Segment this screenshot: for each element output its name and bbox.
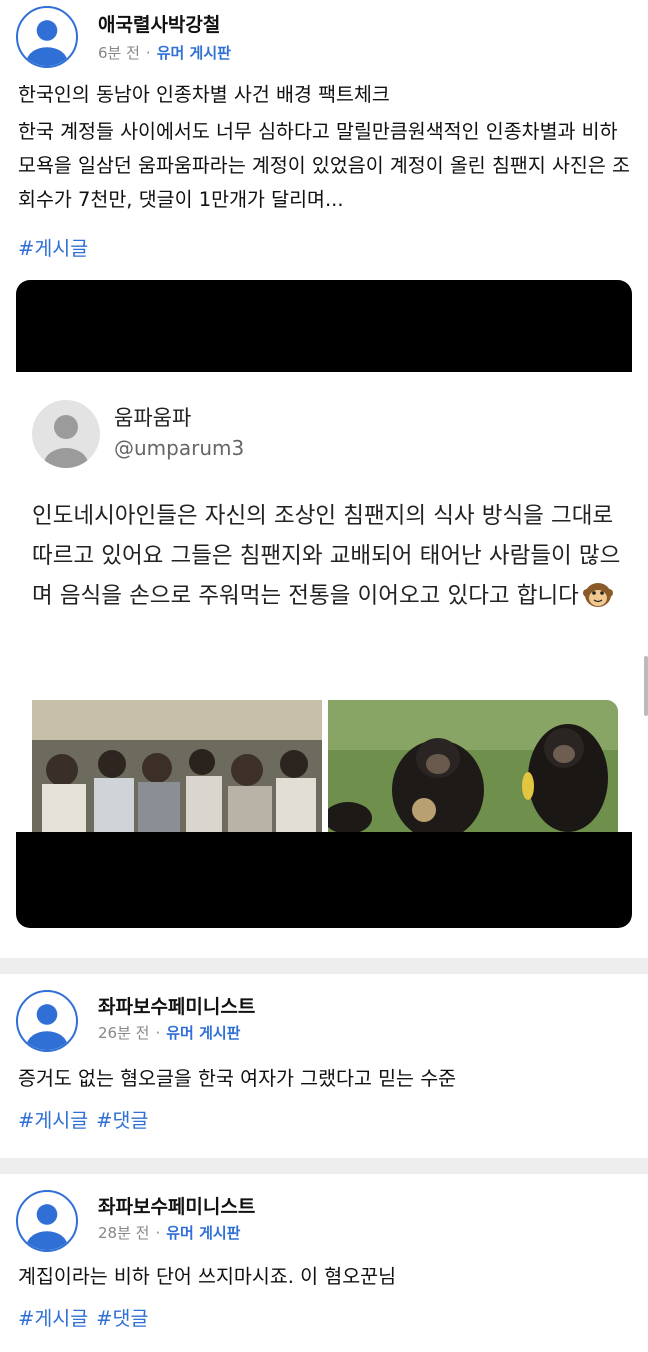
post-meta: 28분 전 · 유머 게시판 (98, 1222, 240, 1243)
post-meta: 26분 전 · 유머 게시판 (98, 1022, 240, 1043)
post-time: 26분 전 (98, 1024, 150, 1042)
comment-body[interactable]: 계집이라는 비하 단어 쓰지마시죠. 이 혐오꾼님 (18, 1260, 396, 1289)
tag-link[interactable]: #게시글 (18, 1307, 88, 1330)
tag-list: #게시글 (18, 232, 96, 261)
author-name[interactable]: 애국렬사박강철 (98, 10, 220, 37)
section-divider (0, 958, 648, 974)
scrollbar[interactable] (644, 656, 648, 716)
post-time: 6분 전 (98, 44, 140, 62)
tweet-avatar (32, 400, 100, 468)
tag-list: #게시글 #댓글 (18, 1104, 156, 1133)
tweet-text: 인도네시아인들은 자신의 조상인 침팬지의 식사 방식을 그대로 따르고 있어요… (32, 503, 621, 609)
embedded-tweet: 움파움파 @umparum3 인도네시아인들은 자신의 조상인 침팬지의 식사 … (16, 372, 632, 832)
avatar[interactable] (16, 6, 78, 68)
photo-chimpanzees (328, 700, 618, 832)
tag-link[interactable]: #댓글 (96, 1307, 148, 1330)
comment-body[interactable]: 증거도 없는 혐오글을 한국 여자가 그랬다고 믿는 수준 (18, 1062, 456, 1091)
meta-separator: · (155, 1024, 161, 1042)
tweet-text-block: 인도네시아인들은 자신의 조상인 침팬지의 식사 방식을 그대로 따르고 있어요… (32, 496, 622, 616)
author-name[interactable]: 좌파보수페미니스트 (98, 992, 255, 1019)
meta-separator: · (155, 1224, 161, 1242)
post-body[interactable]: 한국 계정들 사이에서도 너무 심하다고 말릴만큼원색적인 인종차별과 비하 모… (18, 115, 634, 217)
avatar[interactable] (16, 990, 78, 1052)
tag-link[interactable]: #게시글 (18, 237, 88, 260)
post-meta: 6분 전 · 유머 게시판 (98, 42, 231, 63)
avatar[interactable] (16, 1190, 78, 1252)
post-image[interactable]: 움파움파 @umparum3 인도네시아인들은 자신의 조상인 침팬지의 식사 … (16, 280, 632, 928)
author-name[interactable]: 좌파보수페미니스트 (98, 1192, 255, 1219)
tweet-author-name: 움파움파 (114, 406, 192, 430)
meta-separator: · (145, 44, 151, 62)
board-link[interactable]: 유머 게시판 (166, 1024, 240, 1042)
photo-people-eating (32, 700, 322, 832)
section-divider (0, 1158, 648, 1174)
board-link[interactable]: 유머 게시판 (166, 1224, 240, 1242)
board-link[interactable]: 유머 게시판 (157, 44, 231, 62)
tag-list: #게시글 #댓글 (18, 1302, 156, 1331)
monkey-face-icon (582, 581, 613, 607)
tag-link[interactable]: #댓글 (96, 1109, 148, 1132)
tweet-handle: @umparum3 (114, 436, 245, 460)
post-title[interactable]: 한국인의 동남아 인종차별 사건 배경 팩트체크 (18, 78, 390, 107)
tag-link[interactable]: #게시글 (18, 1109, 88, 1132)
post-time: 28분 전 (98, 1224, 150, 1242)
